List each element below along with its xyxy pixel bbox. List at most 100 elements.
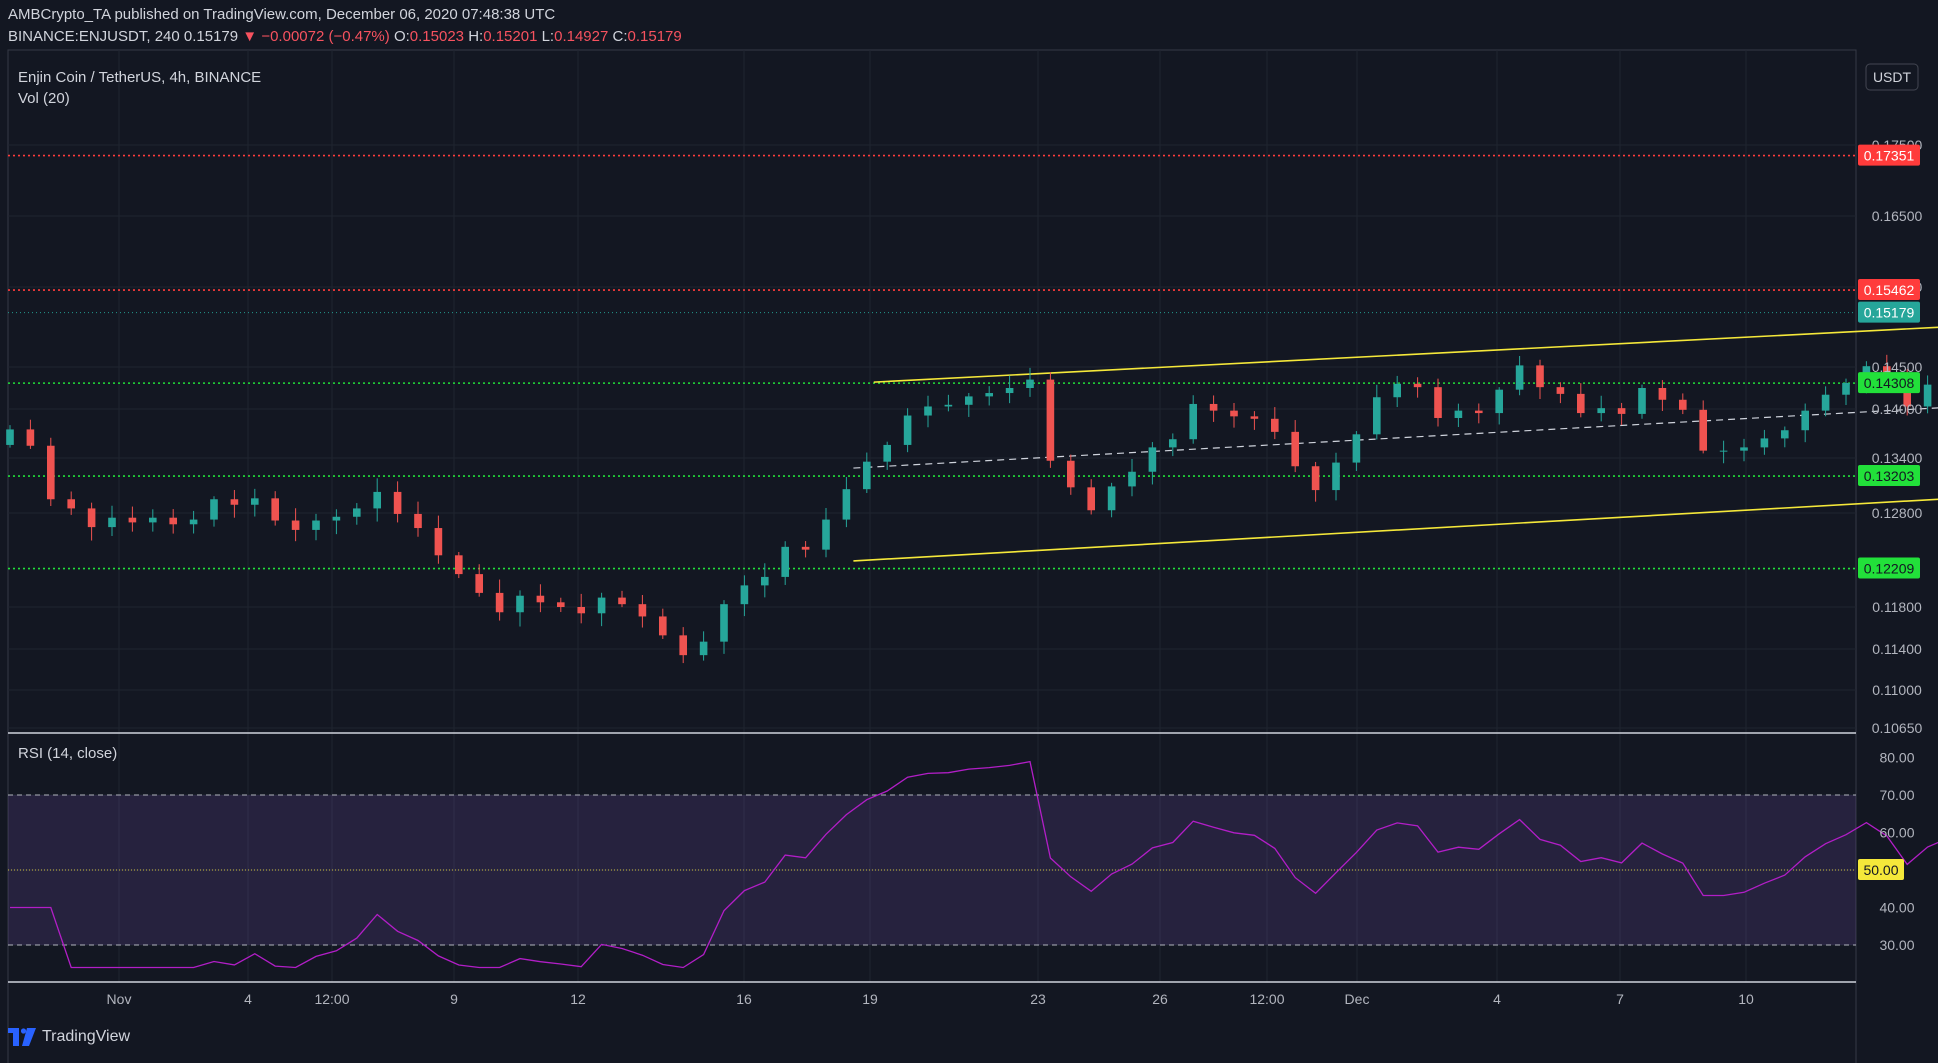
candle-body-11 [230, 499, 239, 505]
candle-body-17 [353, 508, 361, 517]
candle-body-72 [1475, 410, 1483, 414]
candle-body-9 [189, 519, 198, 525]
candle-body-78 [1597, 408, 1605, 414]
time-tick-label: 19 [862, 991, 878, 1007]
channel-upper-line [873, 326, 1938, 383]
candle-body-21 [434, 528, 443, 556]
rsi-tick-label: 30.00 [1879, 937, 1914, 953]
price-tick-label: 0.10650 [1872, 720, 1923, 736]
candle-body-80 [1638, 388, 1646, 414]
candle-body-14 [291, 520, 300, 530]
candle-body-94 [1923, 384, 1932, 407]
time-tick-label: 12 [570, 991, 586, 1007]
candle-body-69 [1413, 383, 1422, 388]
candle-body-1 [26, 429, 35, 446]
time-tick-label: 12:00 [314, 991, 349, 1007]
horizontal-levels [8, 154, 1856, 570]
candle-body-28 [577, 607, 585, 614]
candle-body-35 [720, 604, 728, 642]
rsi-tick-label: 70.00 [1879, 787, 1914, 803]
candle-body-53 [1087, 487, 1095, 511]
currency-badge[interactable]: USDT [1865, 63, 1919, 91]
candle-body-10 [210, 499, 218, 520]
candle-body-39 [801, 546, 810, 550]
candle-body-67 [1373, 397, 1381, 435]
candle-body-27 [557, 602, 565, 607]
rsi-tick-label: 40.00 [1879, 900, 1914, 916]
candle-body-19 [393, 491, 402, 514]
candle-body-40 [822, 519, 830, 550]
candle-body-13 [271, 498, 279, 521]
candle-body-20 [414, 513, 422, 529]
candle-body-59 [1209, 403, 1218, 411]
time-tick-label: 9 [450, 991, 458, 1007]
candle-body-46 [944, 404, 953, 407]
candle-body-82 [1679, 399, 1687, 410]
candle-body-81 [1658, 388, 1667, 400]
chart-canvas[interactable]: 0.175000.165000.155000.145000.140000.134… [0, 0, 1938, 1063]
time-tick-label: Nov [107, 991, 132, 1007]
time-tick-label: 16 [736, 991, 752, 1007]
price-label-text-resistance: 0.15462 [1864, 282, 1915, 298]
candle-body-64 [1311, 466, 1320, 491]
candle-body-24 [495, 592, 504, 613]
candle-body-87 [1781, 430, 1789, 439]
candle-body-4 [87, 508, 96, 528]
tradingview-wordmark: TradingView [42, 1028, 131, 1045]
candle-body-50 [1026, 379, 1034, 388]
candle-body-79 [1617, 408, 1626, 414]
candle-body-65 [1332, 462, 1340, 491]
price-label-text-support: 0.13203 [1864, 468, 1915, 484]
candle-body-48 [985, 393, 993, 397]
candle-body-16 [332, 516, 341, 521]
rsi-last-text: 50.00 [1863, 862, 1898, 878]
time-tick-label: 7 [1616, 991, 1624, 1007]
candle-body-77 [1577, 393, 1585, 414]
candle-body-15 [312, 520, 320, 530]
currency-label: USDT [1873, 69, 1912, 85]
rsi-pane [8, 760, 1938, 983]
price-label-text-resistance: 0.17351 [1864, 148, 1915, 164]
candle-body-22 [455, 555, 463, 575]
candle-body-66 [1352, 434, 1361, 463]
candle-body-23 [475, 574, 483, 593]
candle-body-61 [1250, 416, 1259, 419]
candle-body-37 [761, 576, 769, 586]
candle-body-76 [1556, 387, 1565, 394]
candle-body-89 [1821, 394, 1830, 411]
rsi-tick-label: 60.00 [1879, 825, 1914, 841]
candle-body-32 [659, 616, 667, 636]
time-tick-label: 10 [1738, 991, 1754, 1007]
price-tick-label: 0.13400 [1872, 450, 1923, 466]
candle-body-31 [638, 604, 647, 617]
trend-channel [853, 326, 1938, 562]
candle-body-56 [1148, 447, 1157, 472]
candle-body-5 [108, 517, 116, 528]
candles [6, 354, 1932, 664]
time-tick-label: 4 [244, 991, 252, 1007]
candle-body-71 [1454, 410, 1463, 418]
price-tick-label: 0.16500 [1872, 208, 1923, 224]
candle-body-0 [6, 429, 14, 445]
price-tick-label: 0.12800 [1872, 505, 1923, 521]
candle-body-47 [965, 396, 973, 405]
candle-body-8 [169, 517, 177, 525]
candle-body-49 [1005, 388, 1014, 394]
tradingview-brand[interactable]: TradingView [8, 1028, 130, 1046]
candle-body-68 [1393, 383, 1401, 398]
candle-body-74 [1515, 365, 1524, 390]
tradingview-logo-icon [8, 1028, 36, 1046]
candle-body-51 [1046, 379, 1055, 461]
candle-body-33 [679, 635, 687, 656]
candle-body-90 [1842, 382, 1850, 395]
candle-body-25 [516, 595, 524, 613]
channel-lower-line [853, 498, 1938, 562]
time-tick-label: 26 [1152, 991, 1168, 1007]
time-tick-label: 23 [1030, 991, 1046, 1007]
candle-body-88 [1801, 410, 1809, 431]
candle-body-86 [1760, 438, 1769, 448]
candle-body-6 [128, 517, 137, 523]
candle-body-63 [1291, 431, 1299, 467]
price-label-text-last: 0.15179 [1864, 305, 1915, 321]
candle-body-43 [883, 444, 891, 462]
